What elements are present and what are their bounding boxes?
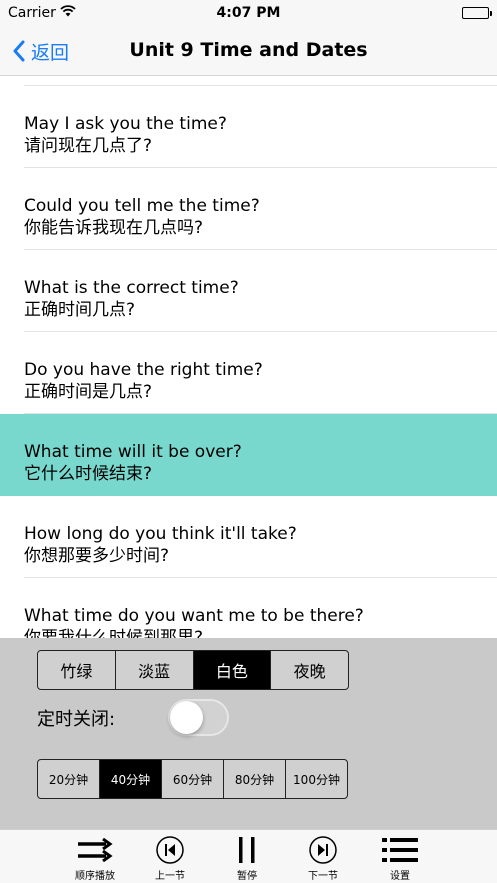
sequence-play-icon xyxy=(78,837,113,862)
timer-toggle[interactable] xyxy=(168,699,229,736)
tab-label: 设置 xyxy=(390,871,410,882)
status-bar: Carrier 4:07 PM xyxy=(0,0,497,26)
navigation-bar: 返回 Unit 9 Time and Dates xyxy=(0,26,497,76)
timer-label: 定时关闭: xyxy=(37,709,116,730)
sentence-english: May I ask you the time? xyxy=(24,114,227,134)
previous-icon xyxy=(156,835,184,864)
battery-icon xyxy=(462,7,492,19)
sequence-play-button[interactable]: 顺序播放 xyxy=(55,834,135,882)
pause-button[interactable]: 暂停 xyxy=(207,834,287,882)
sentence-english: What time will it be over? xyxy=(24,442,242,462)
sentence-chinese: 正确时间几点? xyxy=(24,300,136,320)
duration-segmented-control: 20分钟 40分钟 60分钟 80分钟 100分钟 xyxy=(37,759,348,799)
tab-label: 暂停 xyxy=(237,871,257,882)
clock-time: 4:07 PM xyxy=(216,5,281,21)
sentence-row[interactable]: Could you tell me the time? 你能告诉我现在几点吗? xyxy=(0,168,497,250)
tab-label: 顺序播放 xyxy=(75,871,115,882)
sentence-chinese: 请问现在几点了? xyxy=(24,136,153,156)
theme-segmented-control: 竹绿 淡蓝 白色 夜晚 xyxy=(37,650,349,690)
duration-option[interactable]: 40分钟 xyxy=(100,760,162,798)
duration-option[interactable]: 20分钟 xyxy=(38,760,100,798)
page-title: Unit 9 Time and Dates xyxy=(129,39,368,61)
sentence-english: Could you tell me the time? xyxy=(24,196,260,216)
settings-panel: 竹绿 淡蓝 白色 夜晚 定时关闭: 20分钟 40分钟 60分钟 80分钟 100分钟 xyxy=(0,638,497,829)
sentence-row[interactable]: May I ask you the time? 请问现在几点了? xyxy=(0,86,497,168)
sentence-english: What time do you want me to be there? xyxy=(24,606,364,626)
sentence-row[interactable]: What time do you want me to be there? 你要我… xyxy=(0,578,497,638)
tab-label: 下一节 xyxy=(308,871,338,882)
sentence-english: How long do you think it'll take? xyxy=(24,524,297,544)
next-button[interactable]: 下一节 xyxy=(283,834,363,882)
tab-label: 上一节 xyxy=(155,871,185,882)
theme-option[interactable]: 竹绿 xyxy=(38,651,116,689)
next-icon xyxy=(309,835,337,864)
theme-option[interactable]: 白色 xyxy=(193,651,272,689)
sentence-english: What is the correct time? xyxy=(24,278,239,298)
duration-option[interactable]: 80分钟 xyxy=(224,760,286,798)
sentence-chinese: 它什么时候结束? xyxy=(24,464,153,484)
sentence-row[interactable]: What time will it be over? 它什么时候结束? xyxy=(0,414,497,496)
sentence-english: Do you have the right time? xyxy=(24,360,263,380)
settings-list-icon xyxy=(382,837,418,862)
bottom-toolbar: 顺序播放 上一节 暂停 下一节 设置 xyxy=(0,829,497,883)
sentence-chinese: 正确时间是几点? xyxy=(24,382,153,402)
sentence-row[interactable]: How long do you think it'll take? 你想那要多少时… xyxy=(0,496,497,578)
theme-option[interactable]: 夜晚 xyxy=(271,651,348,689)
settings-button[interactable]: 设置 xyxy=(360,834,440,882)
pause-icon xyxy=(239,836,255,863)
duration-option[interactable]: 60分钟 xyxy=(162,760,224,798)
sentence-row[interactable]: What is the correct time? 正确时间几点? xyxy=(0,250,497,332)
sentence-chinese: 你想那要多少时间? xyxy=(24,546,170,566)
duration-option[interactable]: 100分钟 xyxy=(286,760,347,798)
previous-button[interactable]: 上一节 xyxy=(130,834,210,882)
sentence-chinese: 你能告诉我现在几点吗? xyxy=(24,218,204,238)
toggle-knob xyxy=(170,701,203,734)
theme-option[interactable]: 淡蓝 xyxy=(116,651,194,689)
sentence-list[interactable]: May I ask you the time? 请问现在几点了? Could you… xyxy=(0,77,497,638)
sentence-row[interactable]: Do you have the right time? 正确时间是几点? xyxy=(0,332,497,414)
sentence-chinese: 你要我什么时候到那里? xyxy=(24,628,204,638)
